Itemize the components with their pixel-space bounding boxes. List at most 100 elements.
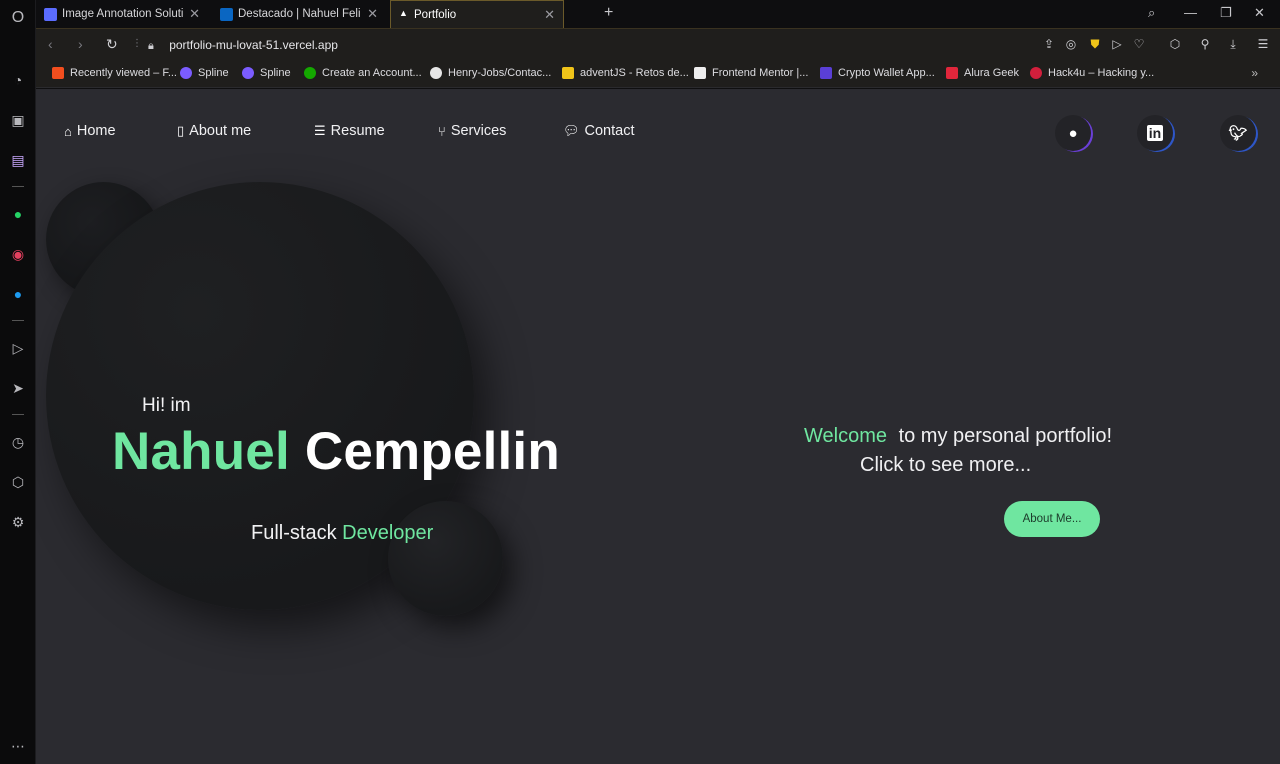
bookmark-label: Hack4u – Hacking y... — [1048, 67, 1155, 79]
tab-title: Destacado | Nahuel Felipe Cempellin — [238, 8, 361, 20]
nav-contact[interactable]: 💬︎ Contact — [563, 123, 635, 139]
github-link[interactable]: ● — [1055, 115, 1091, 151]
bookmark-item[interactable]: Alura Geek — [946, 67, 1019, 79]
linkedin-favicon-icon — [220, 7, 233, 21]
forward-button[interactable]: › — [78, 36, 83, 52]
bookmark-heart-icon[interactable]: ♡ — [1132, 37, 1146, 51]
twitch-icon[interactable]: ▤ — [8, 150, 28, 170]
bookmark-item[interactable]: Crypto Wallet App... — [820, 67, 935, 79]
click-prompt: Click to see more... — [860, 454, 1032, 476]
linkedin-icon: in — [1146, 125, 1164, 141]
easy-setup-icon[interactable]: ☰ — [1256, 37, 1270, 51]
extensions-icon[interactable]: ▣ — [8, 110, 28, 130]
tab-search-icon[interactable]: ⌕ — [1148, 5, 1155, 21]
nav-label: Home — [76, 123, 116, 139]
snapshot-camera-icon[interactable]: ◎ — [1064, 37, 1078, 51]
upwork-icon — [304, 67, 316, 79]
twitter-bird-icon: 🐦︎ — [1228, 125, 1248, 142]
send-icon[interactable]: ➤ — [8, 378, 28, 398]
tab-portfolio[interactable]: ▲ Portfolio ✕ — [390, 0, 564, 28]
tab-close-icon[interactable]: ✕ — [189, 6, 200, 22]
home-icon: ⌂ — [64, 123, 72, 139]
history-icon[interactable]: ◷ — [8, 432, 28, 452]
bookmark-label: Spline — [198, 67, 229, 79]
branch-icon: ⑂ — [438, 123, 446, 139]
role-accent: Developer — [342, 522, 434, 544]
share-icon[interactable]: ⇪ — [1042, 37, 1056, 51]
more-options-icon[interactable]: ⋯ — [8, 736, 28, 756]
tab-image-annotation[interactable]: Image Annotation Solution ✕ — [36, 0, 208, 28]
bookmark-label: Frontend Mentor |... — [712, 67, 809, 79]
twitter-link[interactable]: 🐦︎ — [1220, 115, 1256, 151]
player-icon[interactable]: ▷ — [8, 338, 28, 358]
downloads-icon[interactable]: ⤓ — [1226, 37, 1240, 51]
vercel-favicon-icon: ▲ — [399, 8, 408, 18]
nav-services[interactable]: ⑂ Services — [438, 123, 506, 139]
twitter-icon[interactable]: ● — [8, 284, 28, 304]
bookmarks-overflow-icon[interactable]: » — [1251, 66, 1258, 80]
bookmark-label: Henry-Jobs/Contac... — [448, 67, 552, 79]
adblock-shield-icon[interactable]: ⛊ — [1088, 37, 1102, 51]
address-bar: ‹ › ↻ ⋮ 🔒︎ portfolio-mu-lovat-51.vercel.… — [36, 28, 1280, 60]
bookmark-item[interactable]: Frontend Mentor |... — [694, 67, 808, 79]
figma-icon — [52, 67, 64, 79]
tab-linkedin[interactable]: Destacado | Nahuel Felipe Cempellin ✕ — [212, 0, 386, 28]
about-me-button[interactable]: About Me... — [1004, 501, 1100, 537]
tab-title: Portfolio — [414, 8, 457, 21]
bookmark-item[interactable]: Hack4u – Hacking y... — [1030, 67, 1154, 79]
profile-icon[interactable]: ⚲ — [1198, 37, 1212, 51]
instagram-icon[interactable]: ◉ — [8, 244, 28, 264]
new-tab-button[interactable]: + — [604, 4, 613, 22]
hero-greeting: Hi! im — [142, 395, 191, 416]
reload-button[interactable]: ↻ — [106, 36, 118, 53]
linkedin-link[interactable]: in — [1137, 115, 1173, 151]
bookmark-label: adventJS - Retos de... — [580, 67, 689, 79]
bookmark-item[interactable]: adventJS - Retos de... — [562, 67, 689, 79]
restore-button[interactable]: ❐ — [1220, 5, 1232, 21]
sidebar-divider — [12, 186, 24, 187]
nav-label: Services — [450, 123, 507, 139]
settings-gear-icon[interactable]: ⚙ — [8, 512, 28, 532]
hero-last-name: Cempellin — [304, 422, 560, 481]
url-field[interactable]: 🔒︎ portfolio-mu-lovat-51.vercel.app — [148, 38, 338, 53]
nav-resume[interactable]: ☰ Resume — [314, 123, 385, 139]
nav-label: Contact — [584, 123, 635, 139]
tab-favicon-icon — [44, 7, 57, 21]
bookmarks-bar: Recently viewed – F... Spline Spline Cre… — [36, 60, 1280, 88]
bookmark-item[interactable]: Spline — [180, 67, 229, 79]
speed-dial-icon[interactable]: ◔ — [8, 70, 28, 90]
bookmark-label: Spline — [260, 67, 291, 79]
send-tab-icon[interactable]: ▷ — [1110, 37, 1124, 51]
crypto-wallet-icon[interactable]: ⬡ — [8, 472, 28, 492]
opera-logo-icon[interactable]: O — [8, 8, 28, 28]
book-icon: ▯ — [177, 123, 185, 138]
close-window-button[interactable]: ✕ — [1254, 5, 1265, 21]
whatsapp-icon[interactable]: ● — [8, 204, 28, 224]
hero-name: Nahuel Cempellin — [112, 421, 560, 482]
decor-circle-tiny — [388, 501, 503, 616]
hero-role: Full-stack Developer — [251, 522, 433, 545]
chat-bubble-icon: 💬︎ — [563, 123, 580, 138]
role-prefix: Full-stack — [251, 522, 337, 544]
sidebar-divider — [12, 320, 24, 321]
tab-close-icon[interactable]: ✕ — [367, 6, 378, 22]
bookmark-label: Create an Account... — [322, 67, 422, 79]
extensions-cube-icon[interactable]: ⬡ — [1168, 37, 1182, 51]
welcome-rest: to my personal portfolio! — [898, 425, 1112, 447]
bookmark-item[interactable]: Create an Account... — [304, 67, 422, 79]
back-button[interactable]: ‹ — [48, 36, 53, 52]
browser-window: O ◔ ▣ ▤ ● ◉ ● ▷ ➤ ◷ ⬡ ⚙ ⋯ Image Annotati… — [0, 0, 1280, 764]
bookmark-label: Recently viewed – F... — [70, 67, 177, 79]
frontend-mentor-icon — [694, 67, 706, 79]
hack4u-icon — [1030, 67, 1042, 79]
bookmark-item[interactable]: Recently viewed – F... — [52, 67, 177, 79]
bookmark-item[interactable]: Henry-Jobs/Contac... — [430, 67, 551, 79]
welcome-accent: Welcome — [804, 425, 887, 447]
tab-title: Image Annotation Solution — [62, 8, 184, 20]
minimize-button[interactable]: — — [1184, 5, 1197, 20]
tab-bar: Image Annotation Solution ✕ Destacado | … — [36, 0, 1280, 28]
nav-home[interactable]: ⌂ Home — [64, 123, 116, 139]
nav-about[interactable]: ▯ About me — [177, 123, 251, 139]
bookmark-item[interactable]: Spline — [242, 67, 291, 79]
tab-close-icon[interactable]: ✕ — [544, 7, 555, 23]
